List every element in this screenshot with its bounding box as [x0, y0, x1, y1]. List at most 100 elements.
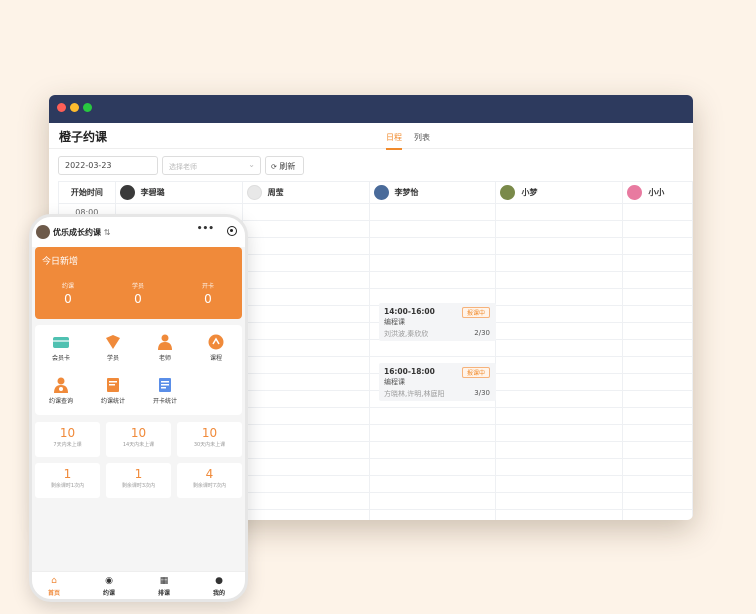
slot-cell[interactable] — [495, 475, 624, 493]
slot-cell[interactable] — [241, 475, 370, 493]
slot-cell[interactable] — [495, 305, 624, 323]
slot-cell[interactable] — [495, 288, 624, 306]
slot-cell[interactable] — [622, 271, 693, 289]
nav-home[interactable]: ⌂ 首页 — [34, 576, 74, 597]
slot-cell[interactable] — [495, 458, 624, 476]
maximize-window-button[interactable] — [83, 103, 92, 112]
teacher-header[interactable]: 小小 — [622, 181, 693, 204]
slot-cell[interactable] — [622, 237, 693, 255]
slot-cell[interactable] — [495, 322, 624, 340]
slot-cell[interactable] — [622, 203, 693, 221]
slot-cell[interactable] — [241, 203, 370, 221]
stat-card[interactable]: 1 剩余课时3次内 — [106, 463, 171, 498]
slot-cell[interactable] — [241, 458, 370, 476]
slot-cell[interactable] — [495, 356, 624, 374]
stat-card[interactable]: 10 14天内未上课 — [106, 422, 171, 457]
slot-cell[interactable] — [622, 424, 693, 442]
slot-cell[interactable] — [241, 492, 370, 510]
slot-cell[interactable] — [241, 288, 370, 306]
slot-cell[interactable] — [241, 407, 370, 425]
slot-cell[interactable] — [241, 356, 370, 374]
more-icon[interactable]: ••• — [197, 224, 214, 234]
stat-card[interactable]: 4 剩余课时7次内 — [177, 463, 242, 498]
slot-cell[interactable] — [241, 220, 370, 238]
menu-item-card-stats[interactable]: 开卡统计 — [139, 377, 191, 405]
slot-cell[interactable] — [622, 254, 693, 272]
close-target-icon[interactable] — [227, 226, 237, 236]
slot-cell[interactable] — [495, 220, 624, 238]
slot-cell[interactable] — [368, 509, 497, 520]
tab-list[interactable]: 列表 — [414, 132, 430, 143]
slot-cell[interactable] — [622, 339, 693, 357]
slot-cell[interactable] — [241, 390, 370, 408]
teacher-header[interactable]: 李梦怡 — [368, 181, 497, 204]
refresh-button[interactable]: ⟳ 刷新 — [265, 156, 304, 175]
menu-item-teacher[interactable]: 老师 — [139, 334, 191, 362]
slot-cell[interactable] — [241, 322, 370, 340]
slot-cell[interactable] — [495, 237, 624, 255]
slot-cell[interactable] — [241, 424, 370, 442]
slot-cell[interactable] — [368, 203, 497, 221]
teacher-header[interactable]: 小梦 — [495, 181, 624, 204]
slot-cell[interactable] — [368, 271, 497, 289]
slot-cell[interactable] — [495, 339, 624, 357]
slot-cell[interactable] — [622, 322, 693, 340]
lesson-card[interactable]: 16:00-18:00 编程课 方晓林,许明,林庭阳 报课中 3/30 — [379, 363, 496, 401]
slot-cell[interactable] — [368, 254, 497, 272]
slot-cell[interactable] — [622, 288, 693, 306]
slot-cell[interactable] — [495, 271, 624, 289]
slot-cell[interactable] — [495, 254, 624, 272]
slot-cell[interactable] — [622, 220, 693, 238]
menu-item-member-card[interactable]: 会员卡 — [35, 334, 87, 362]
slot-cell[interactable] — [622, 305, 693, 323]
slot-cell[interactable] — [495, 407, 624, 425]
slot-cell[interactable] — [495, 390, 624, 408]
slot-cell[interactable] — [495, 373, 624, 391]
slot-cell[interactable] — [368, 475, 497, 493]
slot-cell[interactable] — [622, 441, 693, 459]
slot-cell[interactable] — [241, 441, 370, 459]
slot-cell[interactable] — [622, 390, 693, 408]
slot-cell[interactable] — [368, 407, 497, 425]
menu-item-booking-stats[interactable]: 约课统计 — [87, 377, 139, 405]
slot-cell[interactable] — [241, 254, 370, 272]
slot-cell[interactable] — [368, 458, 497, 476]
slot-cell[interactable] — [622, 492, 693, 510]
slot-cell[interactable] — [368, 441, 497, 459]
slot-cell[interactable] — [241, 373, 370, 391]
slot-cell[interactable] — [495, 203, 624, 221]
slot-cell[interactable] — [241, 339, 370, 357]
slot-cell[interactable] — [622, 475, 693, 493]
slot-cell[interactable] — [622, 458, 693, 476]
slot-cell[interactable] — [368, 220, 497, 238]
slot-cell[interactable] — [241, 237, 370, 255]
minimize-window-button[interactable] — [70, 103, 79, 112]
switch-icon[interactable]: ⇅ — [104, 228, 111, 237]
menu-item-student[interactable]: 学员 — [87, 334, 139, 362]
lesson-card[interactable]: 14:00-16:00 编程课 刘洪波,秦欣欣 报课中 2/30 — [379, 303, 496, 341]
date-input[interactable]: 2022-03-23 — [58, 156, 158, 175]
slot-cell[interactable] — [622, 509, 693, 520]
menu-item-booking-query[interactable]: 约课查询 — [35, 377, 87, 405]
slot-cell[interactable] — [495, 441, 624, 459]
slot-cell[interactable] — [241, 271, 370, 289]
slot-cell[interactable] — [368, 424, 497, 442]
slot-cell[interactable] — [368, 492, 497, 510]
slot-cell[interactable] — [241, 509, 370, 520]
nav-booking[interactable]: ◉ 约课 — [89, 576, 129, 597]
slot-cell[interactable] — [495, 492, 624, 510]
slot-cell[interactable] — [622, 373, 693, 391]
slot-cell[interactable] — [622, 407, 693, 425]
slot-cell[interactable] — [495, 424, 624, 442]
teacher-header[interactable]: 李碧璐 — [114, 181, 243, 204]
teacher-header[interactable]: 周莹 — [241, 181, 370, 204]
menu-item-course[interactable]: 课程 — [190, 334, 242, 362]
slot-cell[interactable] — [241, 305, 370, 323]
slot-cell[interactable] — [368, 339, 497, 357]
teacher-select[interactable]: 选择老师 ⌄ — [162, 156, 261, 175]
nav-mine[interactable]: ● 我的 — [199, 576, 239, 597]
tab-schedule[interactable]: 日程 — [386, 132, 402, 150]
slot-cell[interactable] — [495, 509, 624, 520]
stat-card[interactable]: 10 7天内未上课 — [35, 422, 100, 457]
stat-card[interactable]: 1 剩余课时1次内 — [35, 463, 100, 498]
